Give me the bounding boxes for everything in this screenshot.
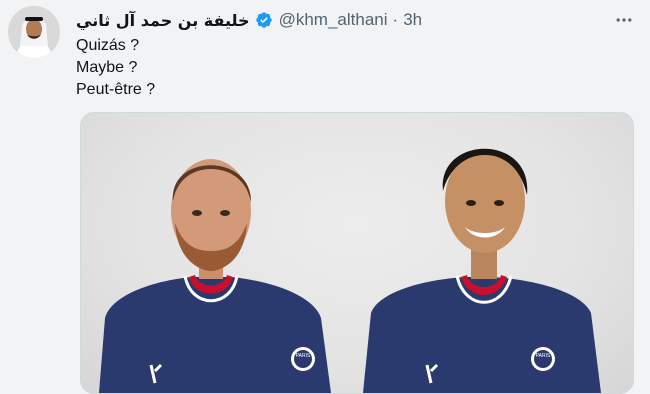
avatar-image <box>8 6 60 58</box>
player-right: PARIS <box>363 148 601 393</box>
separator-dot: · <box>392 10 399 29</box>
tweet-header: خليفة بن حمد آل ثاني @khm_althani · 3h <box>76 9 422 31</box>
tweet: خليفة بن حمد آل ثاني @khm_althani · 3h Q… <box>0 0 650 394</box>
tweet-line: Quizás ? <box>76 37 140 54</box>
handle[interactable]: @khm_althani <box>279 10 388 30</box>
timestamp[interactable]: 3h <box>403 10 422 30</box>
tweet-line: Peut-être ? <box>76 81 156 98</box>
display-name[interactable]: خليفة بن حمد آل ثاني <box>76 11 250 30</box>
media-illustration: PARIS PARIS <box>99 148 601 393</box>
tweet-media-image[interactable]: PARIS PARIS <box>80 112 634 394</box>
tweet-line: Maybe ? <box>76 59 138 76</box>
more-options-icon <box>616 18 632 22</box>
more-options-button[interactable] <box>612 8 636 32</box>
verified-badge-icon <box>255 12 272 28</box>
jersey-badge-text-left: PARIS <box>296 353 311 359</box>
jersey-badge-text-right: PARIS <box>536 353 551 359</box>
player-left: PARIS <box>99 159 331 393</box>
avatar[interactable] <box>8 6 60 58</box>
tweet-text: Quizás ? Maybe ? Peut-être ? <box>76 35 155 101</box>
